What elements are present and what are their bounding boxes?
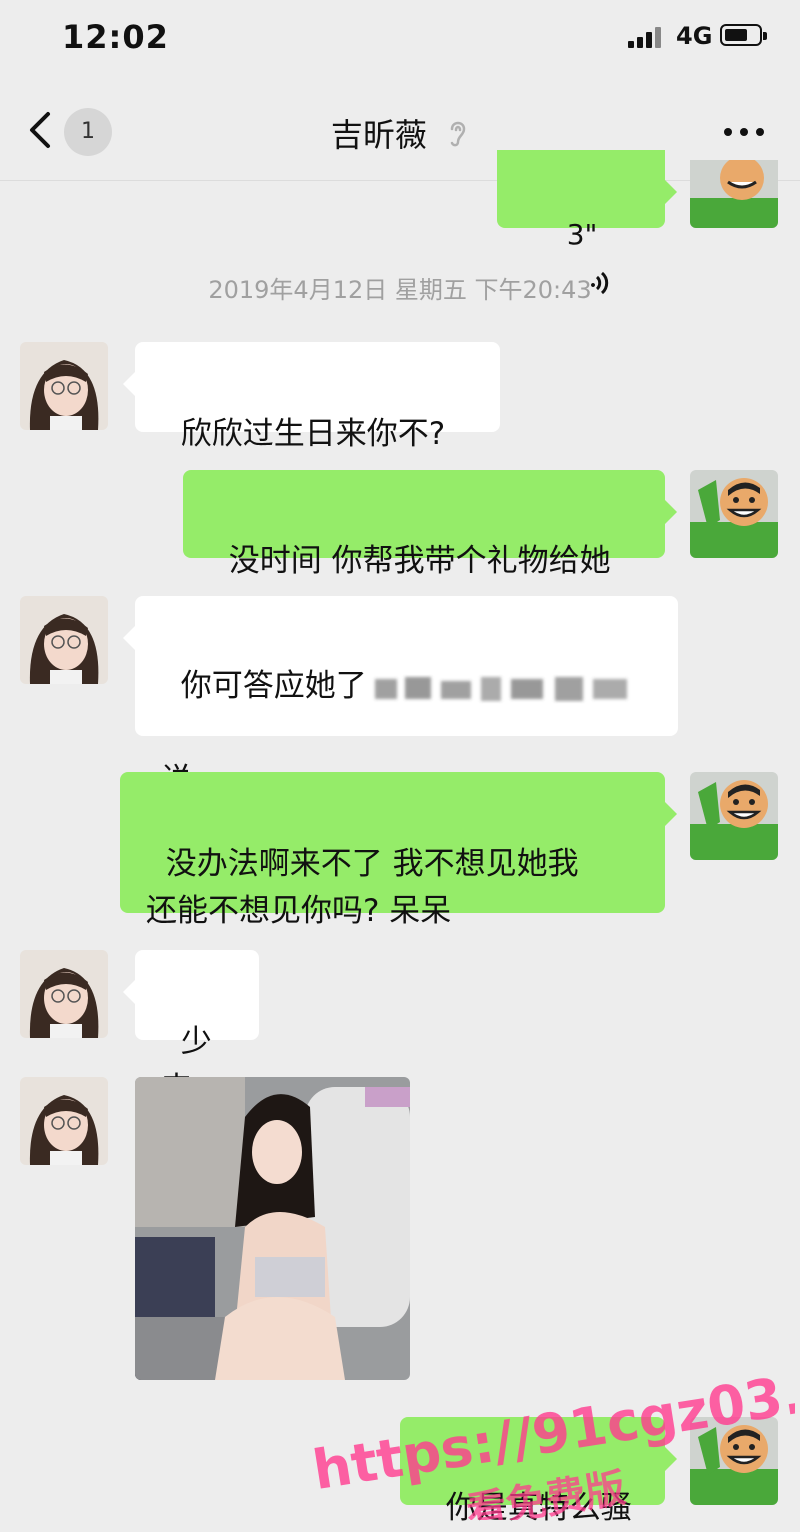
chat-header: 1 吉昕薇 — [0, 80, 800, 181]
image-message[interactable] — [135, 1077, 410, 1380]
status-bar: 12:02 4G — [0, 0, 800, 80]
redacted-text-overlay — [374, 676, 627, 701]
contact-name: 吉昕薇 — [330, 116, 427, 154]
my-avatar[interactable] — [690, 772, 778, 860]
message-text: 没办法啊来不了 我不想见她我 还能不想见你吗? 呆呆 — [146, 846, 579, 929]
contact-avatar[interactable] — [20, 342, 108, 430]
signal-icon — [628, 26, 664, 48]
battery-icon — [720, 24, 767, 46]
voice-message-bubble[interactable]: 3" — [497, 150, 677, 294]
my-avatar[interactable] — [690, 470, 778, 558]
contact-avatar[interactable] — [20, 596, 108, 684]
incoming-message-bubble[interactable]: 你可答应她了 说 — [123, 596, 678, 798]
my-avatar[interactable] — [690, 1417, 778, 1505]
contact-avatar[interactable] — [20, 1077, 108, 1165]
outgoing-message-bubble[interactable]: 没时间 你帮我带个礼物给她 — [183, 470, 677, 579]
message-text-line1: 你可答应她了 — [180, 668, 367, 704]
voice-duration: 3" — [566, 218, 598, 251]
chat-title: 吉昕薇 — [0, 110, 800, 156]
incoming-message-bubble[interactable]: 少来 — [123, 950, 259, 1107]
network-type: 4G — [676, 22, 713, 50]
outgoing-message-bubble[interactable]: 没办法啊来不了 我不想见她我 还能不想见你吗? 呆呆 — [120, 772, 677, 929]
incoming-message-bubble[interactable]: 欣欣过生日来你不? — [123, 342, 500, 452]
ear-icon — [450, 121, 466, 147]
message-timestamp: 2019年4月12日 星期五 下午20:43 — [208, 276, 592, 304]
outgoing-message-bubble[interactable]: 你是真特么骚 — [400, 1417, 677, 1526]
my-avatar[interactable] — [690, 160, 778, 228]
message-text: 没时间 你帮我带个礼物给她 — [228, 543, 611, 579]
message-text: 欣欣过生日来你不? — [180, 416, 446, 452]
more-options-button[interactable] — [722, 110, 766, 150]
contact-avatar[interactable] — [20, 950, 108, 1038]
status-time: 12:02 — [62, 18, 169, 56]
message-text: 你是真特么骚 — [445, 1490, 632, 1526]
